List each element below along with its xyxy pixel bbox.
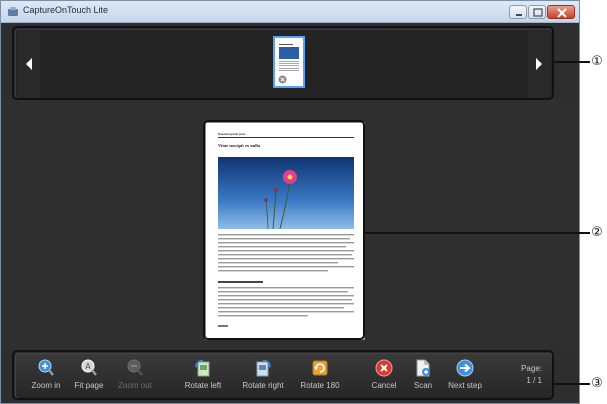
callout-number-3: ③: [591, 376, 603, 391]
callout-number-1: ①: [591, 54, 603, 69]
callout-leader-3: [554, 383, 590, 385]
callout-frame-preview: [203, 120, 365, 340]
callout-leader-2: [365, 232, 590, 234]
close-button[interactable]: [547, 5, 575, 19]
minimize-button[interactable]: [509, 5, 527, 19]
close-icon: [557, 8, 567, 18]
callout-leader-1: [554, 61, 590, 63]
callout-frame-toolbar: [12, 350, 554, 400]
screenshot-stage: CaptureOnTouch Lite Donatem ipsum justo …: [0, 0, 607, 404]
app-icon: [8, 7, 18, 16]
callout-frame-thumbnails: [12, 26, 554, 100]
maximize-button[interactable]: [528, 5, 546, 19]
title-bar[interactable]: CaptureOnTouch Lite: [1, 1, 579, 23]
minimize-icon: [516, 14, 522, 16]
window-title: CaptureOnTouch Lite: [23, 5, 109, 15]
maximize-icon: [533, 8, 543, 17]
callout-number-2: ②: [591, 225, 603, 240]
